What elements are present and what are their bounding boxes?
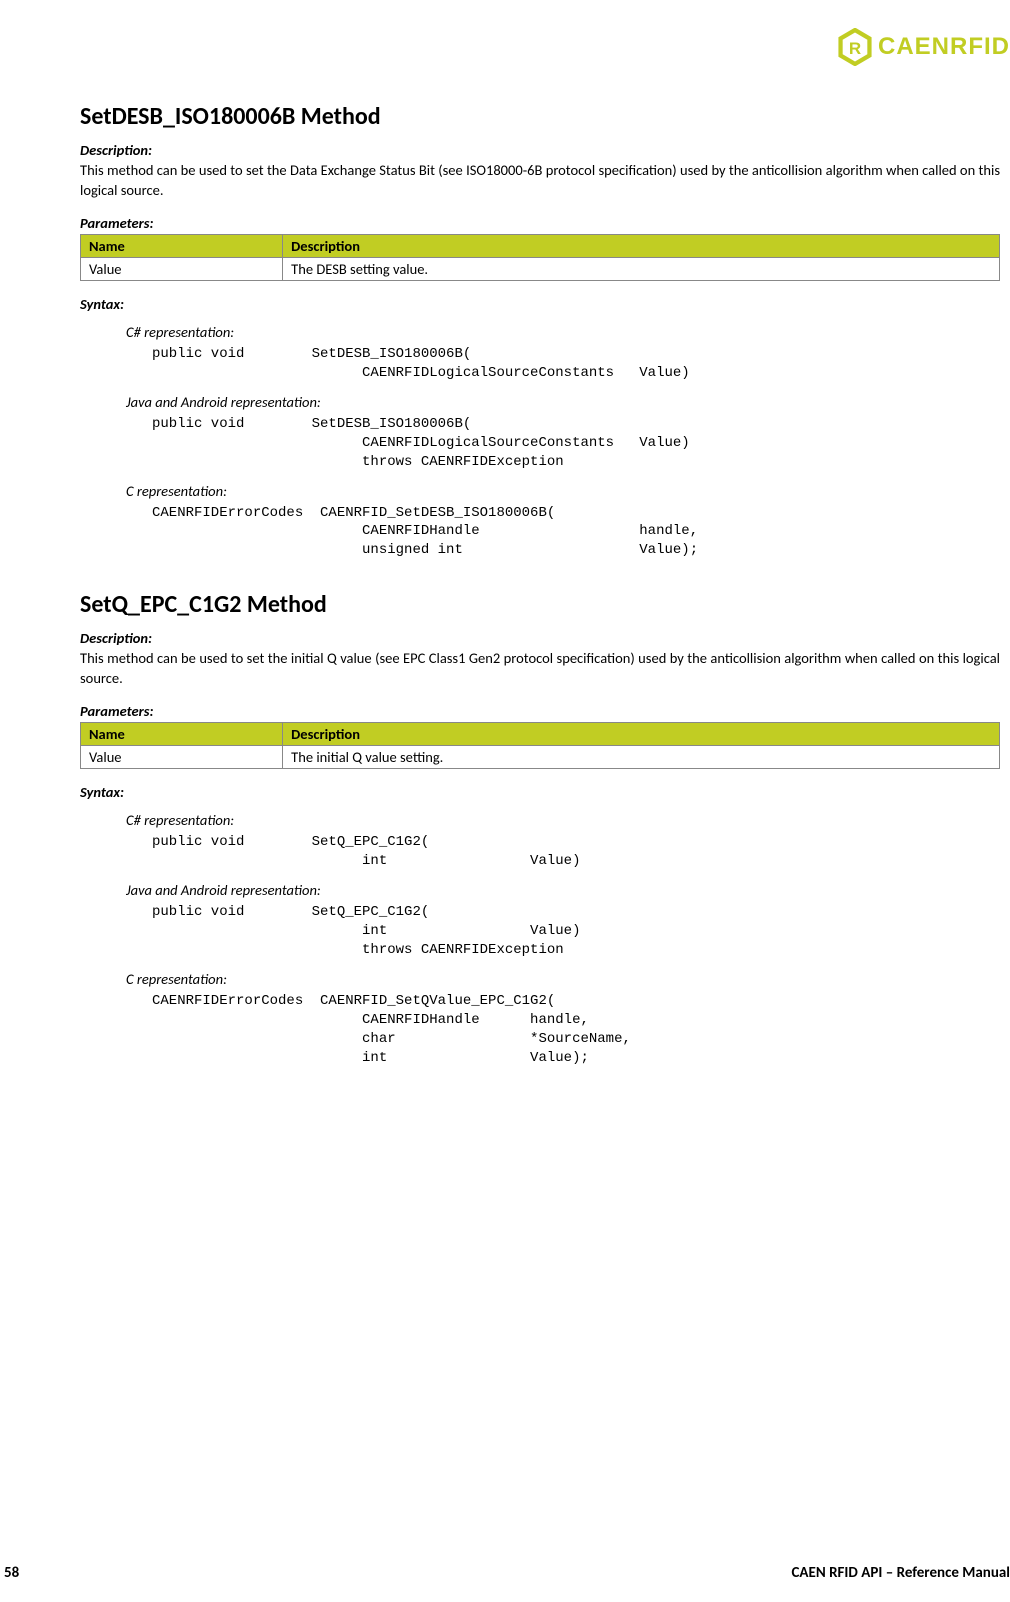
- table-header-name: Name: [81, 235, 283, 258]
- param-desc: The DESB setting value.: [283, 258, 1000, 281]
- method-title: SetDESB_ISO180006B Method: [80, 102, 1000, 131]
- hexagon-icon: R: [838, 28, 872, 66]
- brand-name: CAENRFID: [878, 33, 1010, 61]
- page-number: 58: [0, 1564, 19, 1582]
- representation-label: C representation:: [126, 482, 1000, 500]
- code-block: public void SetDESB_ISO180006B( CAENRFID…: [152, 345, 1000, 383]
- table-header-desc: Description: [283, 723, 1000, 746]
- syntax-label: Syntax:: [80, 783, 1000, 801]
- code-block: CAENRFIDErrorCodes CAENRFID_SetQValue_EP…: [152, 992, 1000, 1068]
- representation-label: Java and Android representation:: [126, 881, 1000, 899]
- method-title: SetQ_EPC_C1G2 Method: [80, 590, 1000, 619]
- code-block: CAENRFIDErrorCodes CAENRFID_SetDESB_ISO1…: [152, 504, 1000, 561]
- manual-title: CAEN RFID API – Reference Manual: [791, 1564, 1010, 1582]
- representation-label: C# representation:: [126, 811, 1000, 829]
- syntax-block: C# representation: public void SetDESB_I…: [126, 323, 1000, 560]
- description-text: This method can be used to set the Data …: [80, 161, 1000, 200]
- param-desc: The initial Q value setting.: [283, 746, 1000, 769]
- page: R CAENRFID SetDESB_ISO180006B Method Des…: [0, 0, 1010, 1602]
- code-block: public void SetQ_EPC_C1G2( int Value) th…: [152, 903, 1000, 960]
- param-name: Value: [81, 746, 283, 769]
- table-header-name: Name: [81, 723, 283, 746]
- table-header-row: Name Description: [81, 235, 1000, 258]
- parameters-label: Parameters:: [80, 702, 1000, 720]
- table-header-desc: Description: [283, 235, 1000, 258]
- syntax-block: C# representation: public void SetQ_EPC_…: [126, 811, 1000, 1067]
- footer: 58 CAEN RFID API – Reference Manual: [0, 1564, 1010, 1582]
- representation-label: C# representation:: [126, 323, 1000, 341]
- parameters-label: Parameters:: [80, 214, 1000, 232]
- description-text: This method can be used to set the initi…: [80, 649, 1000, 688]
- table-header-row: Name Description: [81, 723, 1000, 746]
- representation-label: Java and Android representation:: [126, 393, 1000, 411]
- table-row: Value The initial Q value setting.: [81, 746, 1000, 769]
- parameters-table: Name Description Value The initial Q val…: [80, 722, 1000, 769]
- description-label: Description:: [80, 141, 1000, 159]
- code-block: public void SetDESB_ISO180006B( CAENRFID…: [152, 415, 1000, 472]
- description-label: Description:: [80, 629, 1000, 647]
- param-name: Value: [81, 258, 283, 281]
- brand-logo: R CAENRFID: [838, 28, 1010, 66]
- content: SetDESB_ISO180006B Method Description: T…: [80, 102, 1010, 1067]
- representation-label: C representation:: [126, 970, 1000, 988]
- parameters-table: Name Description Value The DESB setting …: [80, 234, 1000, 281]
- syntax-label: Syntax:: [80, 295, 1000, 313]
- table-row: Value The DESB setting value.: [81, 258, 1000, 281]
- svg-text:R: R: [849, 39, 861, 58]
- code-block: public void SetQ_EPC_C1G2( int Value): [152, 833, 1000, 871]
